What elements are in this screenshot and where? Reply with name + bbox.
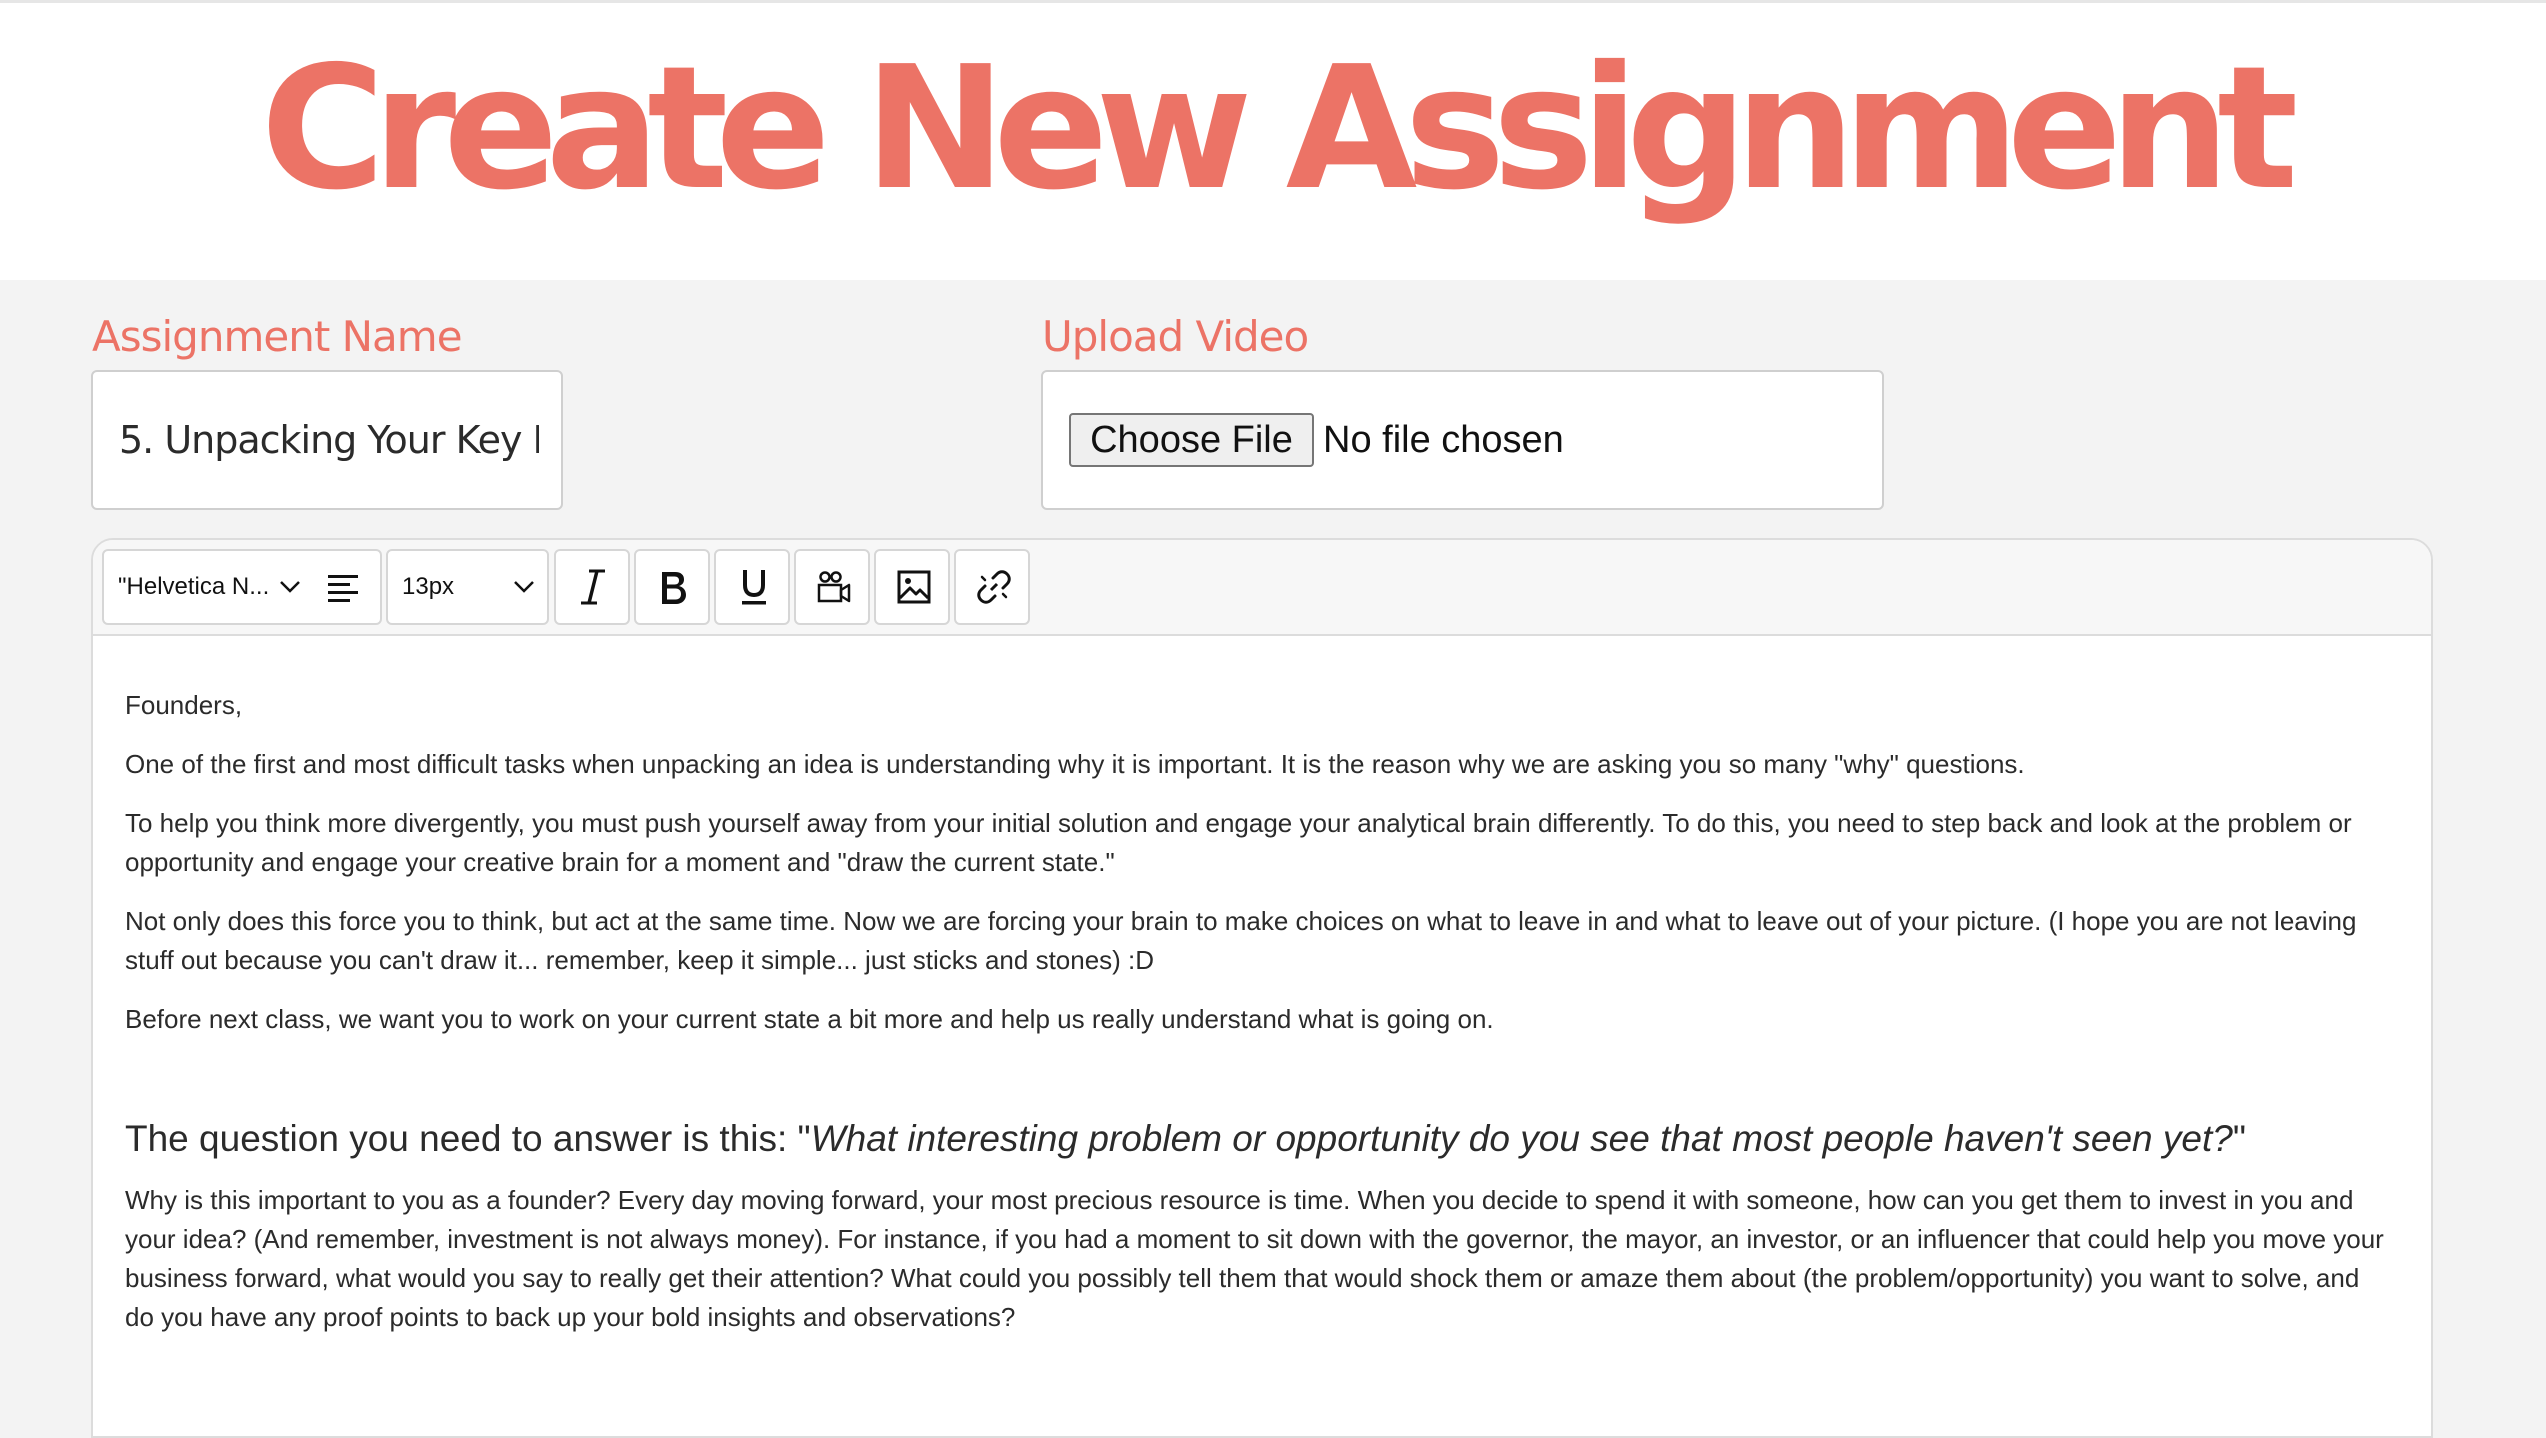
assignment-name-input[interactable] <box>119 372 539 508</box>
editor-content[interactable]: Founders, One of the first and most diff… <box>125 636 2395 1357</box>
italic-button[interactable] <box>554 549 630 625</box>
underline-button[interactable] <box>714 549 790 625</box>
bold-button[interactable] <box>634 549 710 625</box>
bold-icon <box>662 572 686 604</box>
link-icon <box>977 570 1011 604</box>
insert-video-button[interactable] <box>794 549 870 625</box>
editor-toolbar: "Helvetica N... 13px <box>93 540 2431 636</box>
font-size-value: 13px <box>402 573 455 600</box>
align-left-icon[interactable] <box>326 571 360 605</box>
italic-icon <box>581 569 605 605</box>
page-header: Create New Assignment <box>0 0 2546 280</box>
font-family-select[interactable]: "Helvetica N... <box>102 549 382 625</box>
insert-link-button[interactable] <box>954 549 1030 625</box>
question-lead: The question you need to answer is this:… <box>125 1118 811 1159</box>
paragraph-3: Not only does this force you to think, b… <box>125 906 2357 975</box>
font-family-value: "Helvetica N... <box>118 573 270 600</box>
font-size-select[interactable]: 13px <box>386 549 549 625</box>
page-title: Create New Assignment <box>260 30 2299 228</box>
insert-image-button[interactable] <box>874 549 950 625</box>
paragraph-4: Before next class, we want you to work o… <box>125 1004 1494 1034</box>
underline-icon <box>742 570 766 605</box>
question-heading: The question you need to answer is this:… <box>125 1117 2395 1161</box>
chevron-down-icon <box>280 581 300 593</box>
paragraph-5: Why is this important to you as a founde… <box>125 1185 2384 1332</box>
upload-video-label: Upload Video <box>1042 312 1309 361</box>
paragraph-1: One of the first and most difficult task… <box>125 749 2025 779</box>
file-status: No file chosen <box>1323 419 1564 461</box>
assignment-form: Assignment Name Upload Video Choose File… <box>0 280 2546 1438</box>
question-close: " <box>2232 1118 2246 1159</box>
video-icon <box>817 571 851 603</box>
rich-text-editor: "Helvetica N... 13px Founders, One of th… <box>91 538 2433 1438</box>
choose-file-button[interactable]: Choose File <box>1069 413 1314 467</box>
chevron-down-icon <box>514 581 534 593</box>
image-icon <box>897 570 931 604</box>
assignment-name-label: Assignment Name <box>92 312 463 361</box>
question-italic: What interesting problem or opportunity … <box>810 1118 2233 1159</box>
greeting-text: Founders, <box>125 690 243 720</box>
upload-video-field: Choose File No file chosen <box>1041 370 1884 510</box>
paragraph-2: To help you think more divergently, you … <box>125 808 2352 877</box>
assignment-name-field[interactable] <box>91 370 563 510</box>
